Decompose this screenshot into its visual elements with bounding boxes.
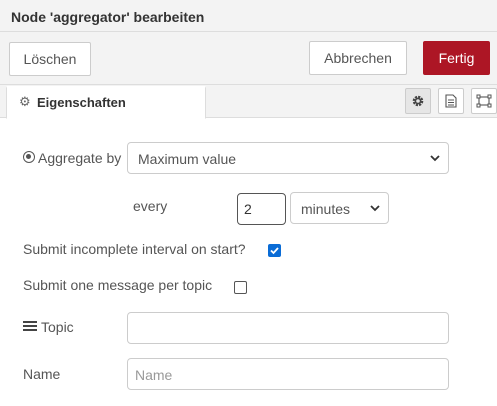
checkmark-icon [270, 247, 279, 255]
node-description-button[interactable] [438, 88, 464, 114]
aggregate-radio-icon [23, 151, 35, 163]
every-unit-select[interactable]: minutes [290, 192, 389, 224]
every-unit-value: minutes [301, 201, 351, 217]
done-button[interactable]: Fertig [423, 41, 490, 75]
frame-icon [476, 94, 492, 108]
dialog-toolbar: Löschen Abbrechen Fertig [0, 32, 497, 85]
tab-properties-label: Eigenschaften [37, 95, 126, 110]
name-label: Name [23, 366, 61, 382]
chevron-down-icon [430, 155, 440, 162]
submit-incomplete-label: Submit incomplete interval on start? [23, 241, 246, 257]
every-input-value: 2 [244, 201, 252, 217]
name-input[interactable]: Name [127, 358, 449, 390]
dialog-title: Node 'aggregator' bearbeiten [11, 9, 205, 25]
tab-properties[interactable]: ⚙ Eigenschaften [6, 86, 206, 119]
list-icon [23, 321, 37, 331]
topic-label: Topic [41, 319, 74, 335]
submit-per-topic-checkbox[interactable] [234, 281, 247, 294]
submit-incomplete-checkbox[interactable] [268, 244, 281, 257]
gear-icon: ⚙ [19, 94, 31, 109]
gear-icon [412, 95, 424, 107]
aggregate-select-value: Maximum value [138, 151, 237, 167]
delete-button[interactable]: Löschen [9, 42, 91, 76]
topic-input[interactable] [127, 312, 449, 344]
aggregate-label: Aggregate by [38, 150, 122, 166]
aggregate-select[interactable]: Maximum value [127, 142, 449, 174]
chevron-down-icon [370, 205, 380, 212]
every-input[interactable]: 2 [237, 193, 286, 225]
name-input-placeholder: Name [135, 367, 173, 383]
node-appearance-button[interactable] [471, 88, 497, 114]
dialog-titlebar: Node 'aggregator' bearbeiten [0, 0, 497, 32]
cancel-button[interactable]: Abbrechen [309, 41, 407, 75]
every-label: every [133, 198, 168, 214]
node-properties-button[interactable] [405, 88, 431, 114]
submit-per-topic-label: Submit one message per topic [23, 277, 213, 293]
document-icon [445, 94, 457, 108]
